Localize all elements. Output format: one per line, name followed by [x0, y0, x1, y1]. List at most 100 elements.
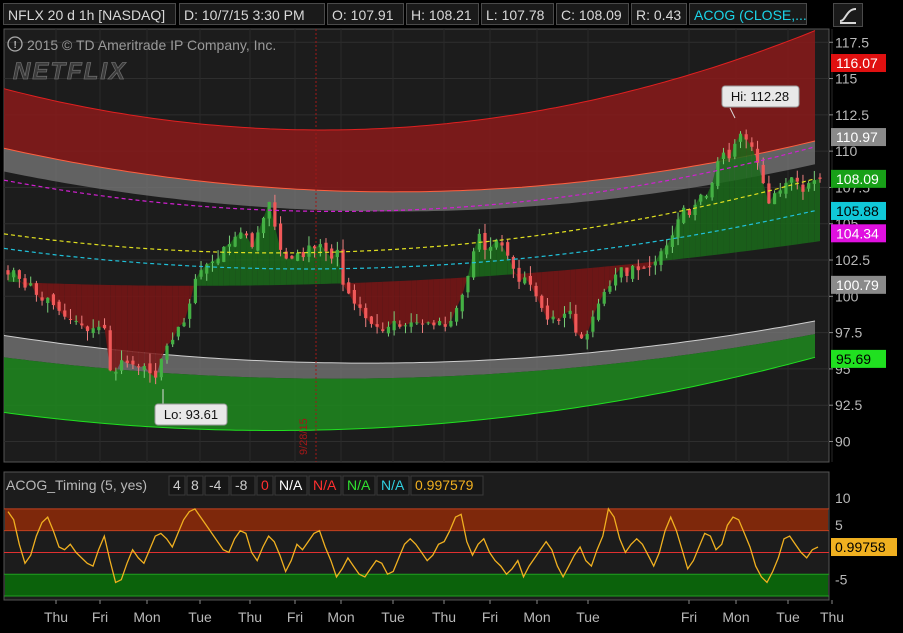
candle-body[interactable]	[619, 267, 623, 278]
candle-body[interactable]	[659, 251, 663, 265]
candle-body[interactable]	[210, 261, 215, 263]
candle-body[interactable]	[670, 235, 674, 247]
candle-body[interactable]	[17, 270, 21, 279]
candle-body[interactable]	[648, 266, 652, 268]
candle-body[interactable]	[335, 249, 339, 258]
candle-body[interactable]	[193, 278, 197, 303]
candle-body[interactable]	[523, 277, 527, 284]
candle-body[interactable]	[295, 252, 300, 261]
candle-body[interactable]	[665, 245, 669, 255]
candle-body[interactable]	[420, 323, 425, 325]
candle-body[interactable]	[693, 204, 697, 216]
candle-body[interactable]	[352, 289, 356, 304]
candle-body[interactable]	[188, 303, 192, 319]
candle-body[interactable]	[506, 242, 510, 256]
candle-body[interactable]	[318, 244, 322, 248]
candle-body[interactable]	[528, 275, 533, 285]
candle-body[interactable]	[273, 202, 277, 227]
candle-body[interactable]	[244, 233, 249, 236]
candle-body[interactable]	[517, 267, 521, 282]
candle-body[interactable]	[568, 310, 572, 315]
candle-body[interactable]	[784, 183, 788, 194]
candle-body[interactable]	[68, 319, 73, 321]
candle-body[interactable]	[818, 177, 822, 179]
candle-body[interactable]	[199, 270, 203, 277]
candle-body[interactable]	[131, 360, 135, 365]
candle-body[interactable]	[165, 345, 169, 360]
chart-canvas[interactable]: 9/28/15Hi: 112.28Lo: 93.61 9092.59597.51…	[0, 0, 903, 633]
candle-body[interactable]	[256, 232, 260, 251]
candle-body[interactable]	[324, 242, 328, 252]
candle-body[interactable]	[449, 320, 453, 327]
candle-body[interactable]	[790, 177, 794, 183]
candle-body[interactable]	[171, 339, 175, 345]
candle-body[interactable]	[74, 320, 78, 322]
candle-body[interactable]	[500, 242, 504, 246]
candle-body[interactable]	[137, 366, 141, 368]
candle-body[interactable]	[415, 322, 419, 324]
candle-body[interactable]	[750, 142, 754, 147]
candle-body[interactable]	[216, 258, 220, 264]
candle-body[interactable]	[676, 219, 680, 238]
candle-body[interactable]	[398, 324, 402, 327]
candle-body[interactable]	[704, 196, 709, 198]
candle-body[interactable]	[142, 365, 146, 371]
candle-body[interactable]	[727, 149, 731, 159]
candle-body[interactable]	[176, 326, 180, 337]
candle-body[interactable]	[330, 248, 334, 259]
candle-body[interactable]	[6, 270, 10, 275]
candle-body[interactable]	[466, 275, 470, 293]
candle-body[interactable]	[579, 334, 584, 339]
candle-body[interactable]	[767, 183, 771, 204]
candle-body[interactable]	[347, 282, 351, 294]
candle-body[interactable]	[716, 161, 720, 186]
candle-body[interactable]	[114, 371, 118, 374]
candle-body[interactable]	[755, 148, 760, 163]
candle-body[interactable]	[341, 249, 345, 285]
candle-body[interactable]	[57, 301, 61, 311]
candle-body[interactable]	[562, 313, 567, 318]
candle-body[interactable]	[744, 134, 748, 140]
candle-body[interactable]	[364, 307, 368, 319]
candle-body[interactable]	[795, 177, 799, 182]
candle-body[interactable]	[812, 180, 816, 184]
candle-body[interactable]	[454, 307, 459, 322]
candle-body[interactable]	[307, 245, 311, 257]
candle-body[interactable]	[34, 283, 38, 295]
candle-body[interactable]	[102, 324, 107, 329]
candle-body[interactable]	[119, 360, 124, 371]
candle-body[interactable]	[443, 324, 447, 327]
candle-body[interactable]	[801, 184, 805, 192]
candle-body[interactable]	[63, 310, 67, 317]
candle-body[interactable]	[472, 251, 476, 278]
candle-body[interactable]	[426, 322, 430, 324]
candle-body[interactable]	[278, 223, 283, 250]
candle-body[interactable]	[80, 323, 84, 326]
candle-body[interactable]	[290, 255, 294, 259]
candle-body[interactable]	[602, 291, 606, 304]
candle-body[interactable]	[778, 190, 782, 194]
candle-body[interactable]	[772, 193, 777, 205]
candle-body[interactable]	[409, 322, 413, 327]
candle-body[interactable]	[557, 319, 561, 321]
candle-body[interactable]	[250, 233, 254, 247]
candle-body[interactable]	[653, 261, 657, 266]
candle-body[interactable]	[699, 194, 703, 202]
candle-body[interactable]	[631, 265, 635, 279]
oscillator-title[interactable]: ACOG_Timing (5, yes)	[6, 477, 147, 493]
candle-body[interactable]	[596, 303, 601, 320]
candle-body[interactable]	[233, 236, 237, 247]
candle-body[interactable]	[608, 286, 612, 292]
candle-body[interactable]	[386, 326, 391, 334]
candle-body[interactable]	[154, 370, 158, 378]
candle-body[interactable]	[551, 316, 555, 320]
candle-body[interactable]	[29, 283, 33, 286]
candle-body[interactable]	[148, 363, 152, 374]
candle-body[interactable]	[682, 207, 686, 223]
candle-body[interactable]	[403, 325, 408, 327]
candle-body[interactable]	[437, 320, 442, 326]
candle-body[interactable]	[710, 183, 714, 198]
candle-body[interactable]	[540, 295, 544, 308]
candle-body[interactable]	[125, 360, 129, 364]
candle-body[interactable]	[40, 297, 44, 301]
